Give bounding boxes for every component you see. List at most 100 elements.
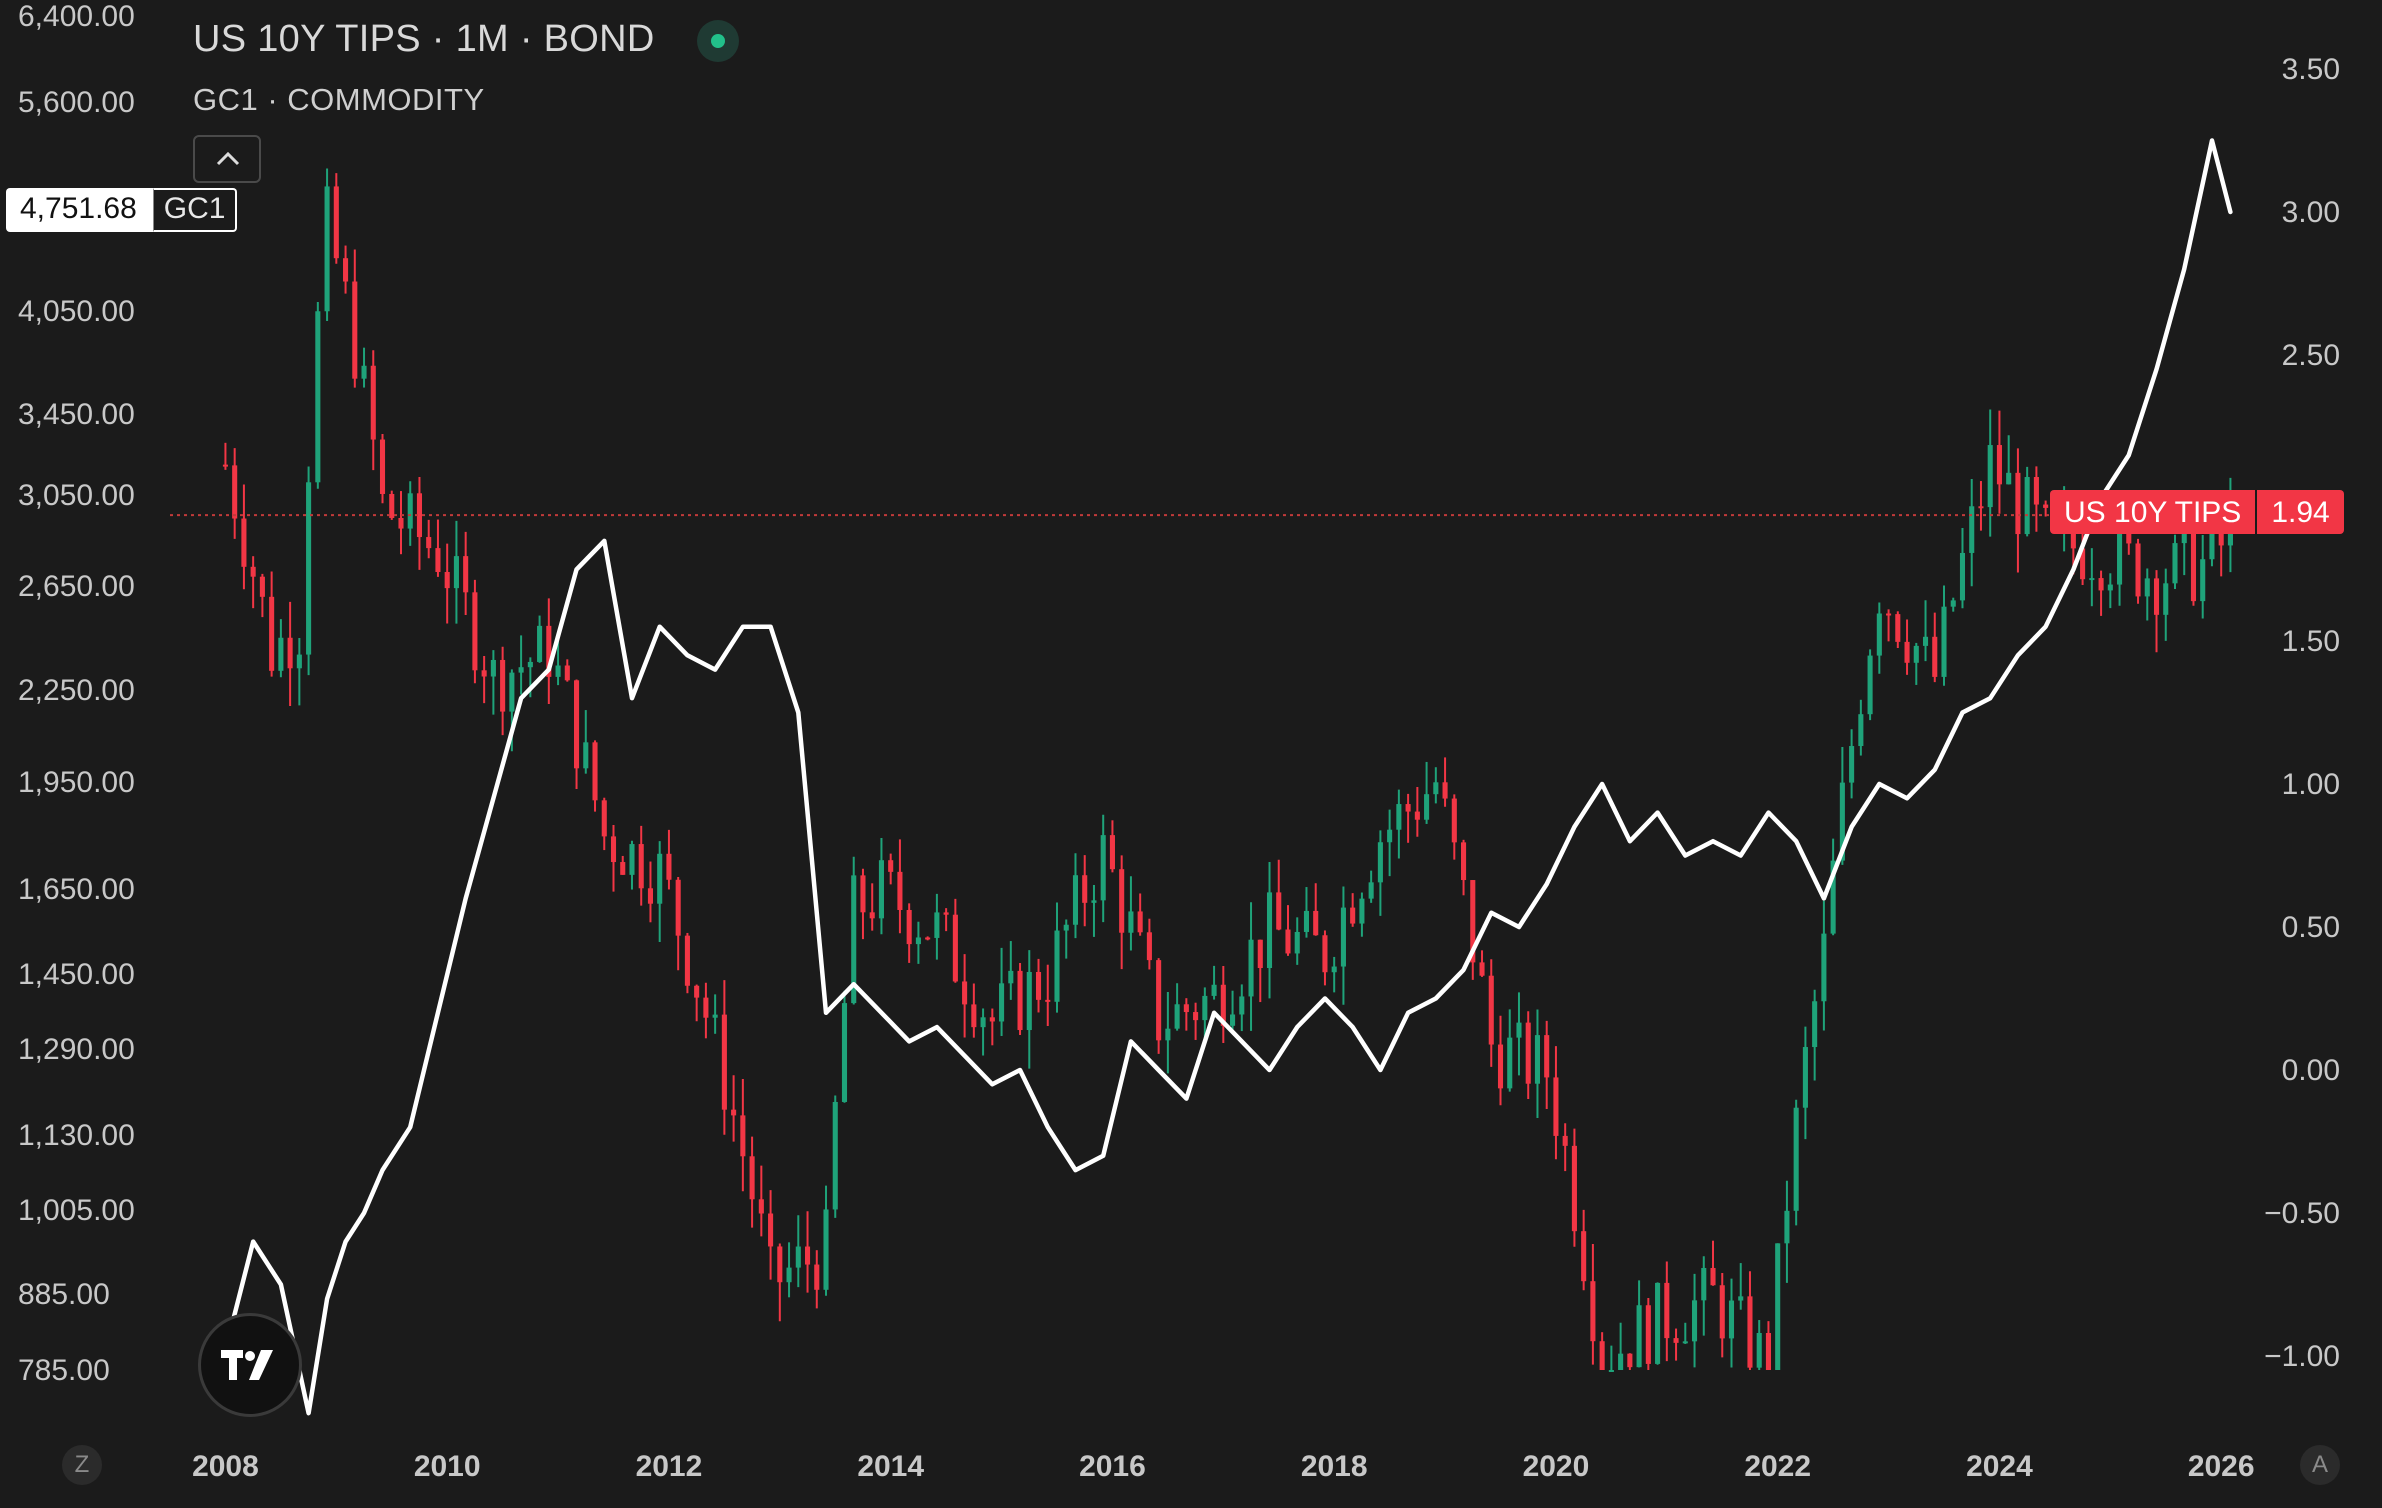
candle-body xyxy=(814,1264,820,1290)
zoom-reset-button[interactable]: Z xyxy=(62,1445,102,1485)
candle-body xyxy=(500,659,506,712)
candle-body xyxy=(694,985,700,998)
candle-body xyxy=(1359,898,1365,924)
left-axis-tick-label: 1,450.00 xyxy=(18,958,135,991)
candle-body xyxy=(1682,1341,1688,1344)
candle-body xyxy=(601,800,607,837)
overlay-symbol-label[interactable]: GC1 · COMMODITY xyxy=(193,82,485,118)
candle-body xyxy=(509,672,515,712)
time-axis: 2008 2010 2012 2014 2016 2018 2020 2022 2024 2026 xyxy=(192,1450,2255,1483)
candle-body xyxy=(1599,1341,1605,1370)
candle-body xyxy=(971,1004,977,1028)
candle-body xyxy=(1507,1037,1513,1089)
candle-body xyxy=(259,576,265,597)
candle-body xyxy=(1904,641,1910,663)
right-axis-tick-label: 3.50 xyxy=(2282,53,2340,86)
collapse-legend-button[interactable] xyxy=(193,135,261,183)
right-axis-tick-label: −1.00 xyxy=(2264,1340,2340,1373)
candle-body xyxy=(1146,932,1152,961)
tradingview-logo[interactable] xyxy=(198,1313,302,1417)
candle-body xyxy=(1895,614,1901,642)
candle-body xyxy=(2089,578,2095,581)
candle-body xyxy=(1590,1281,1596,1342)
candle-body xyxy=(1849,746,1855,783)
candle-body xyxy=(1876,613,1882,656)
left-axis-tick-label: 1,950.00 xyxy=(18,766,135,799)
candle-body xyxy=(1608,1370,1614,1372)
candle-body xyxy=(222,464,228,467)
candle-body xyxy=(1202,995,1208,1021)
candle-body xyxy=(537,625,543,662)
candle-body xyxy=(666,853,672,880)
candle-body xyxy=(2098,578,2104,591)
right-axis-tick-label: 0.00 xyxy=(2282,1054,2340,1087)
candle-body xyxy=(1451,798,1457,843)
gc1-price-tag: 4,751.68 GC1 xyxy=(6,188,238,232)
candle-body xyxy=(361,365,367,379)
candle-body xyxy=(1544,1035,1550,1078)
candle-body xyxy=(1655,1282,1661,1364)
candle-body xyxy=(1276,892,1282,930)
candle-body xyxy=(768,1213,774,1247)
candle-body xyxy=(1553,1077,1559,1136)
candle-body xyxy=(1424,794,1430,820)
candle-body xyxy=(592,742,598,801)
candle-body xyxy=(1266,892,1273,969)
candle-body xyxy=(897,871,903,910)
candle-body xyxy=(1525,1022,1531,1084)
candle-body xyxy=(1950,600,1956,607)
candle-body xyxy=(2200,559,2206,602)
left-axis-tick-label: 1,130.00 xyxy=(18,1119,135,1152)
candle-body xyxy=(1710,1267,1716,1286)
candle-body xyxy=(1941,606,1947,677)
candle-body xyxy=(1377,842,1383,883)
candle-body xyxy=(287,637,293,669)
candle-body xyxy=(453,556,459,589)
candle-body xyxy=(925,937,931,940)
candle-body xyxy=(1156,960,1162,1041)
candle-body xyxy=(1405,804,1411,812)
candle-body xyxy=(703,997,709,1018)
candle-body xyxy=(481,670,487,677)
candle-body xyxy=(2209,531,2215,560)
candle-body xyxy=(1035,971,1042,1000)
candle-body xyxy=(2163,583,2169,615)
candle-body xyxy=(1701,1267,1707,1301)
candle-body xyxy=(555,665,561,677)
candle-body xyxy=(1239,996,1245,1015)
candle-body xyxy=(804,1246,811,1265)
candle-body xyxy=(1331,966,1337,973)
candle-body xyxy=(1350,907,1356,924)
auto-scale-button[interactable]: A xyxy=(2300,1445,2340,1485)
candle-body xyxy=(823,1209,829,1290)
chart-canvas[interactable]: 6,400.00 5,600.00 4,050.00 3,450.00 3,050.00… xyxy=(0,0,2382,1508)
candle-body xyxy=(1497,1044,1504,1089)
candle-body xyxy=(564,665,570,681)
tips-symbol-label: US 10Y TIPS xyxy=(2050,490,2256,534)
left-axis-tick-label: 785.00 xyxy=(18,1354,110,1387)
candle-body xyxy=(1645,1305,1651,1364)
candle-body xyxy=(250,566,256,577)
candle-body xyxy=(1802,1047,1808,1108)
candle-body xyxy=(1488,975,1494,1045)
candle-body xyxy=(620,862,626,875)
candle-body xyxy=(1017,970,1023,1031)
candle-body xyxy=(1100,835,1106,901)
candle-body xyxy=(1230,1014,1236,1026)
candle-body xyxy=(1618,1353,1624,1370)
candle-body xyxy=(1091,900,1097,903)
candle-body xyxy=(2107,584,2113,591)
candle-body xyxy=(962,981,968,1005)
candle-body xyxy=(952,914,958,982)
candle-body xyxy=(1922,636,1929,646)
candle-body xyxy=(1571,1145,1577,1232)
candle-body xyxy=(1858,714,1864,747)
candle-body xyxy=(463,556,469,593)
candle-body xyxy=(1137,911,1143,933)
candle-body xyxy=(934,912,940,938)
candle-body xyxy=(758,1199,764,1214)
candle-body xyxy=(278,637,284,671)
candle-body xyxy=(1719,1285,1725,1339)
candle-body xyxy=(1978,506,1984,509)
candle-body xyxy=(352,281,358,379)
